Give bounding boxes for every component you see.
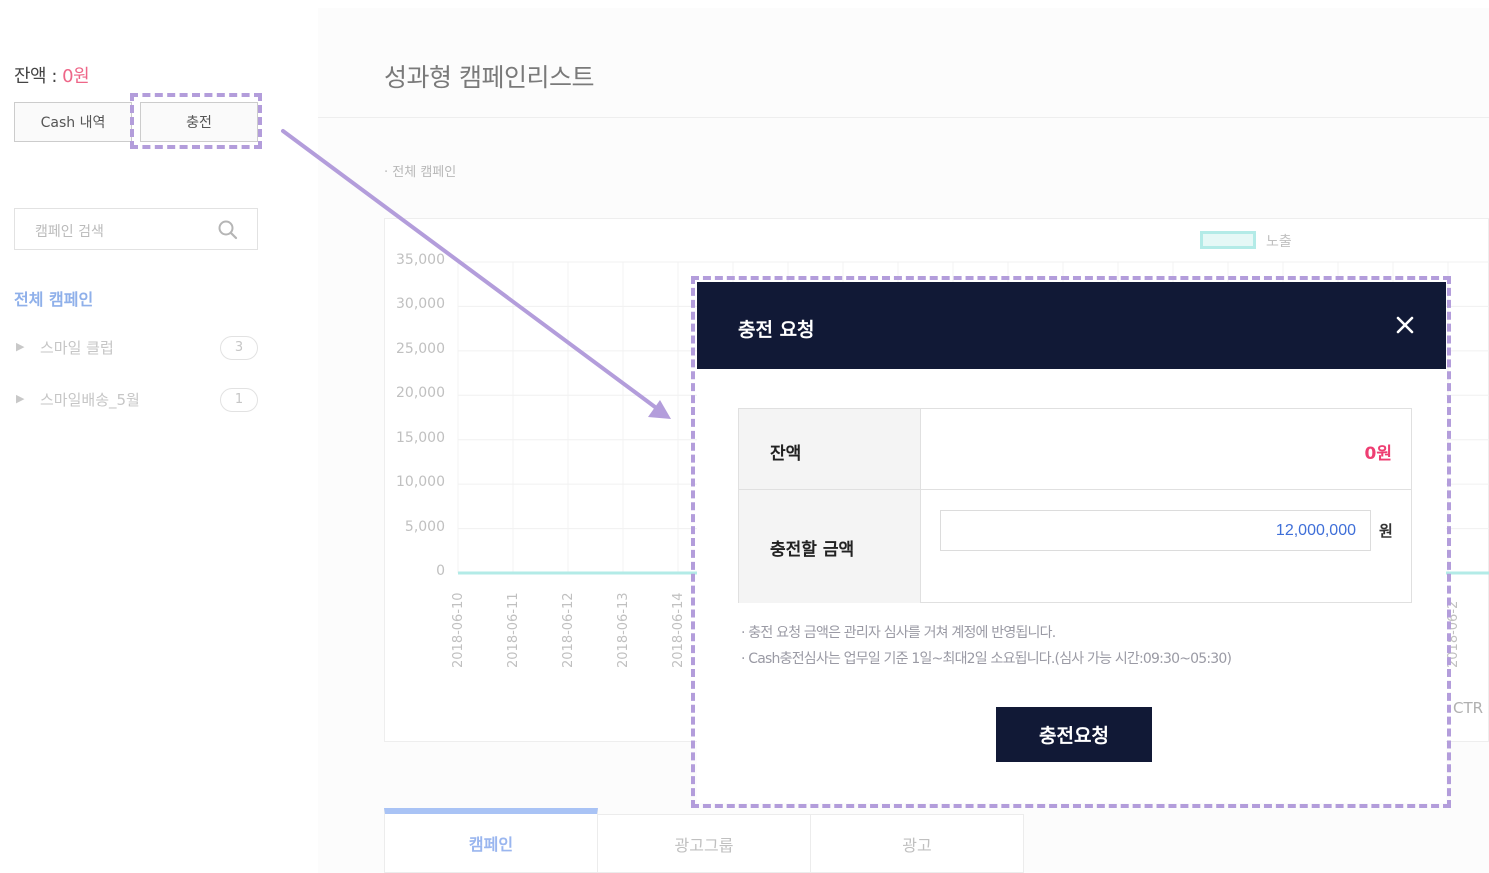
expand-triangle-icon[interactable]: ▶: [16, 392, 24, 405]
campaign-label: 스마일배송_5월: [40, 391, 140, 409]
tab-ad-group[interactable]: 광고그룹: [597, 814, 811, 873]
ctr-label: CTR: [1453, 699, 1484, 717]
all-campaigns-link[interactable]: 전체 캠페인: [14, 286, 93, 310]
campaign-label: 스마일 클럽: [40, 339, 114, 357]
cash-history-button[interactable]: Cash 내역: [14, 102, 132, 142]
tab-ad[interactable]: 광고: [810, 814, 1024, 873]
page-title: 성과형 캠페인리스트: [384, 63, 594, 92]
x-tick-label: 2018-06-11: [506, 592, 521, 668]
y-tick-label: 30,000: [396, 296, 445, 313]
balance-value: 0원: [62, 66, 90, 87]
title-divider: [318, 117, 1489, 118]
y-tick-label: 15,000: [396, 429, 445, 446]
campaign-count-badge: 1: [220, 388, 258, 412]
y-tick-label: 10,000: [396, 474, 445, 491]
legend-label: 노출: [1266, 234, 1292, 250]
campaign-item[interactable]: ▶ 스마일배송_5월 1: [14, 388, 258, 412]
x-tick-label: 2018-06-12: [561, 592, 576, 668]
x-tick-label: 2018-06-14: [671, 592, 686, 668]
tab-campaign[interactable]: 캠페인: [384, 808, 598, 873]
search-icon[interactable]: [217, 219, 239, 245]
y-tick-label: 5,000: [404, 518, 445, 535]
campaign-item[interactable]: ▶ 스마일 클럽 3: [14, 336, 258, 360]
y-tick-label: 35,000: [396, 252, 445, 268]
expand-triangle-icon[interactable]: ▶: [16, 340, 24, 353]
y-tick-label: 25,000: [396, 340, 445, 357]
search-input[interactable]: 캠페인 검색: [35, 221, 104, 241]
legend-swatch[interactable]: [1200, 231, 1256, 249]
balance-display: 잔액 : 0원: [14, 62, 90, 88]
campaign-tabs: 캠페인 광고그룹 광고: [384, 806, 1026, 873]
modal-highlight: [691, 276, 1451, 808]
y-tick-label: 0: [436, 563, 445, 579]
balance-label: 잔액 :: [14, 66, 63, 87]
x-tick-label: 2018-06-10: [451, 592, 466, 668]
y-tick-label: 20,000: [396, 385, 445, 402]
charge-button-highlight: [130, 93, 262, 149]
campaign-search-box[interactable]: 캠페인 검색: [14, 208, 258, 250]
section-label: · 전체 캠페인: [384, 165, 457, 180]
x-tick-label: 2018-06-13: [616, 592, 631, 668]
campaign-count-badge: 3: [220, 336, 258, 360]
